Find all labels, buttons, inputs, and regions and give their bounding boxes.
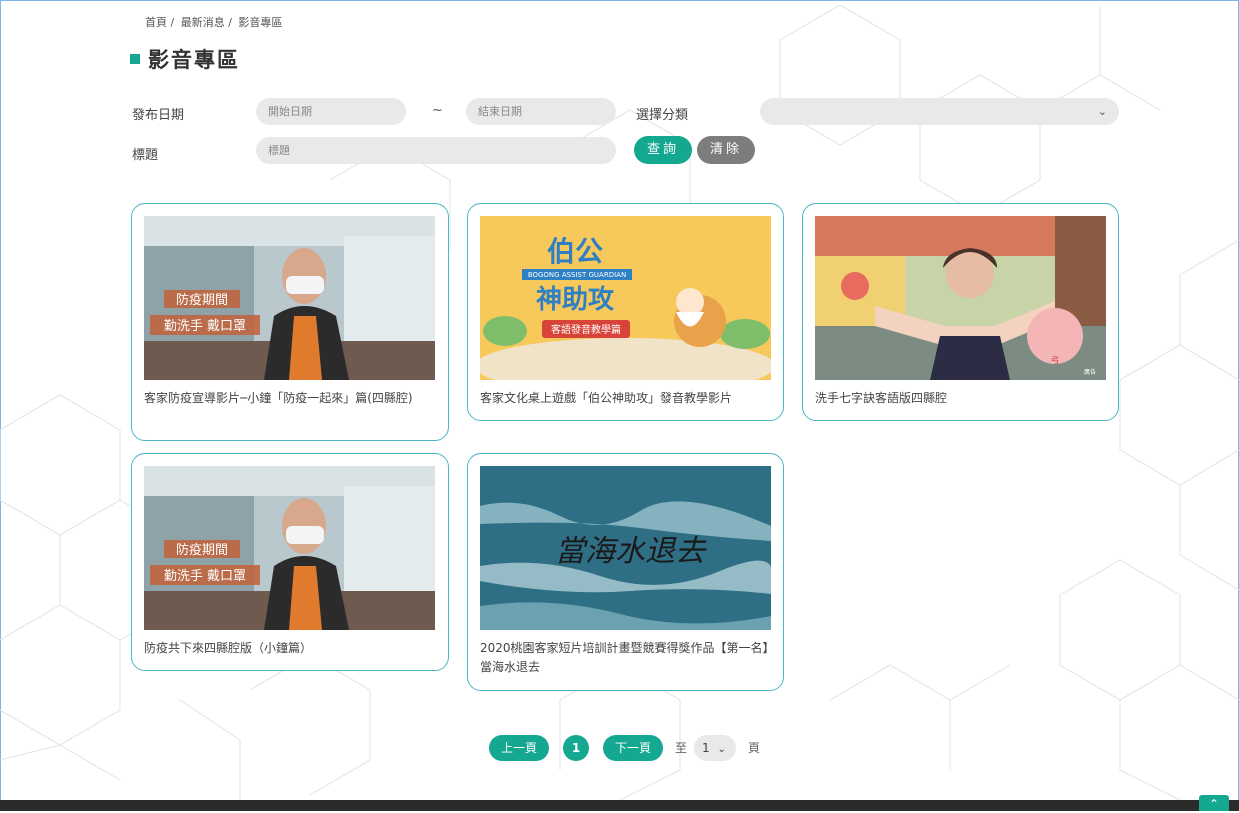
video-card[interactable]: 伯公 BOGONG ASSIST GUARDIAN 神助攻 客語發音教學篇 客家… — [467, 203, 784, 421]
page-suffix-label: 頁 — [748, 741, 761, 755]
title-label: 標題 — [132, 148, 159, 163]
start-date-input[interactable]: 開始日期 — [256, 98, 406, 125]
category-select[interactable]: ⌄ — [760, 98, 1119, 125]
video-thumbnail[interactable]: 弓 廣告 — [815, 216, 1106, 380]
video-card[interactable]: 防疫期間 勤洗手 戴口罩 客家防疫宣導影片─小鐘「防疫一起來」篇(四縣腔) — [131, 203, 449, 441]
video-thumbnail[interactable]: 防疫期間 勤洗手 戴口罩 — [144, 216, 435, 380]
site-footer — [0, 800, 1239, 811]
overlay-text: 當海水退去 — [555, 534, 707, 569]
page-select-value: 1 — [702, 741, 710, 755]
breadcrumb-news[interactable]: 最新消息 / — [181, 16, 232, 29]
breadcrumb: 首頁 / 最新消息 / 影音專區 — [145, 14, 285, 30]
overlay-text: 弓 — [1051, 356, 1059, 365]
overlay-text: 廣告 — [1084, 368, 1096, 376]
next-page-button[interactable]: 下一頁 — [603, 735, 663, 761]
video-card[interactable]: 弓 廣告 洗手七字訣客語版四縣腔 — [802, 203, 1119, 421]
category-label: 選擇分類 — [636, 108, 689, 123]
breadcrumb-current: 影音專區 — [238, 16, 283, 29]
chevron-up-icon: ⌃ — [1208, 797, 1220, 811]
overlay-text: 勤洗手 戴口罩 — [164, 569, 246, 584]
overlay-text: 客語發音教學篇 — [551, 323, 621, 336]
page-title-text: 影音專區 — [148, 48, 240, 72]
video-card[interactable]: 當海水退去 2020桃園客家短片培訓計畫暨競賽得獎作品【第一名】當海水退去 — [467, 453, 784, 691]
breadcrumb-home[interactable]: 首頁 / — [145, 16, 174, 29]
title-search-input[interactable]: 標題 — [256, 137, 616, 164]
back-to-top-button[interactable]: ⌃ — [1199, 795, 1229, 811]
date-range-separator: ~ — [432, 103, 443, 118]
pagination: 上一頁 1 下一頁 至 1 ⌄ 頁 — [0, 735, 1239, 763]
overlay-text: 勤洗手 戴口罩 — [164, 319, 246, 334]
page-select[interactable]: 1 ⌄ — [694, 735, 736, 761]
video-title[interactable]: 洗手七字訣客語版四縣腔 — [815, 389, 1107, 408]
video-thumbnail[interactable]: 伯公 BOGONG ASSIST GUARDIAN 神助攻 客語發音教學篇 — [480, 216, 771, 380]
overlay-text: 神助攻 — [536, 285, 615, 315]
overlay-text: 防疫期間 — [176, 542, 228, 558]
date-label: 發布日期 — [132, 108, 185, 123]
goto-label: 至 — [675, 741, 688, 755]
chevron-down-icon: ⌄ — [717, 744, 726, 755]
overlay-text: 防疫期間 — [176, 292, 228, 308]
video-thumbnail[interactable]: 當海水退去 — [480, 466, 771, 630]
video-title[interactable]: 防疫共下來四縣腔版（小鐘篇） — [144, 639, 436, 658]
page-title: 影音專區 — [130, 44, 240, 74]
video-title[interactable]: 2020桃園客家短片培訓計畫暨競賽得獎作品【第一名】當海水退去 — [480, 639, 772, 677]
query-button[interactable]: 查詢 — [634, 136, 692, 164]
video-card[interactable]: 防疫期間 勤洗手 戴口罩 防疫共下來四縣腔版（小鐘篇） — [131, 453, 449, 671]
overlay-text: 伯公 — [547, 235, 603, 268]
clear-button[interactable]: 清除 — [697, 136, 755, 164]
title-square-icon — [130, 54, 140, 64]
chevron-down-icon: ⌄ — [1097, 105, 1107, 118]
prev-page-button[interactable]: 上一頁 — [489, 735, 549, 761]
end-date-input[interactable]: 結束日期 — [466, 98, 616, 125]
video-title[interactable]: 客家防疫宣導影片─小鐘「防疫一起來」篇(四縣腔) — [144, 389, 436, 408]
video-title[interactable]: 客家文化桌上遊戲「伯公神助攻」發音教學影片 — [480, 389, 772, 408]
page-1-button[interactable]: 1 — [563, 735, 589, 761]
video-thumbnail[interactable]: 防疫期間 勤洗手 戴口罩 — [144, 466, 435, 630]
overlay-text: BOGONG ASSIST GUARDIAN — [528, 271, 626, 279]
